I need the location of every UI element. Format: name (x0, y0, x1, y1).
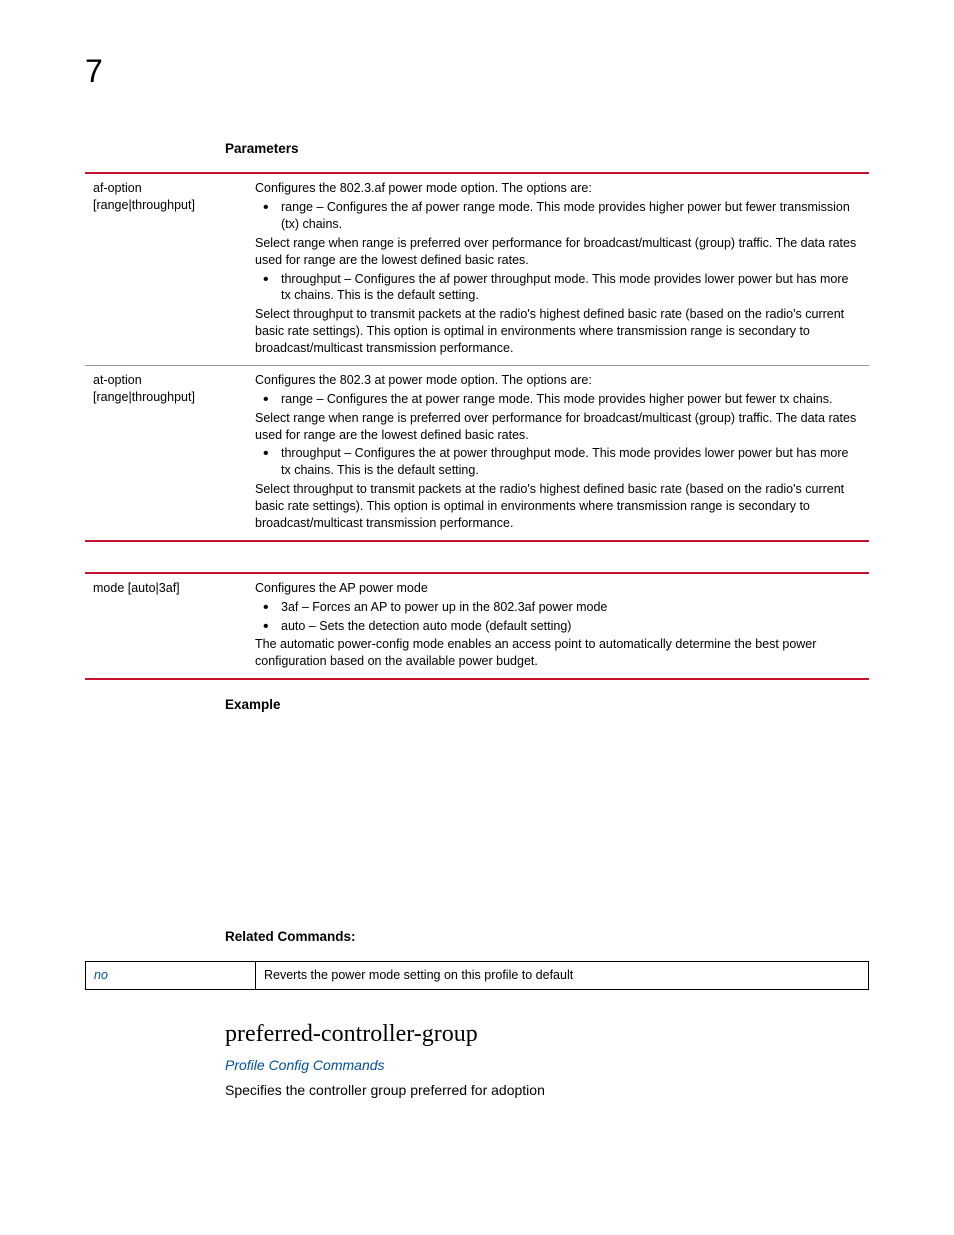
table-row: af-option [range|throughput] Configures … (85, 174, 869, 366)
related-commands-heading: Related Commands: (225, 928, 869, 946)
example-block (225, 728, 869, 928)
param-name: af-option [range|throughput] (85, 180, 255, 357)
table-row: mode [auto|3af] Configures the AP power … (85, 574, 869, 678)
table-row: at-option [range|throughput] Configures … (85, 366, 869, 540)
profile-config-commands-link[interactable]: Profile Config Commands (225, 1056, 869, 1075)
command-title: preferred-controller-group (225, 1018, 869, 1050)
related-commands-table: no Reverts the power mode setting on thi… (85, 961, 869, 990)
parameters-table-2: mode [auto|3af] Configures the AP power … (85, 572, 869, 680)
example-heading: Example (225, 696, 869, 714)
param-description: Configures the AP power mode 3af – Force… (255, 580, 869, 670)
parameters-heading: Parameters (225, 140, 869, 158)
related-command-desc: Reverts the power mode setting on this p… (256, 962, 868, 989)
related-command-link[interactable]: no (86, 962, 256, 989)
parameters-table-1: af-option [range|throughput] Configures … (85, 172, 869, 542)
param-name: mode [auto|3af] (85, 580, 255, 670)
command-description: Specifies the controller group preferred… (225, 1081, 869, 1100)
param-name: at-option [range|throughput] (85, 372, 255, 532)
param-description: Configures the 802.3 at power mode optio… (255, 372, 869, 532)
chapter-number: 7 (85, 50, 103, 93)
param-description: Configures the 802.3.af power mode optio… (255, 180, 869, 357)
page-content: Parameters af-option [range|throughput] … (225, 50, 869, 1100)
